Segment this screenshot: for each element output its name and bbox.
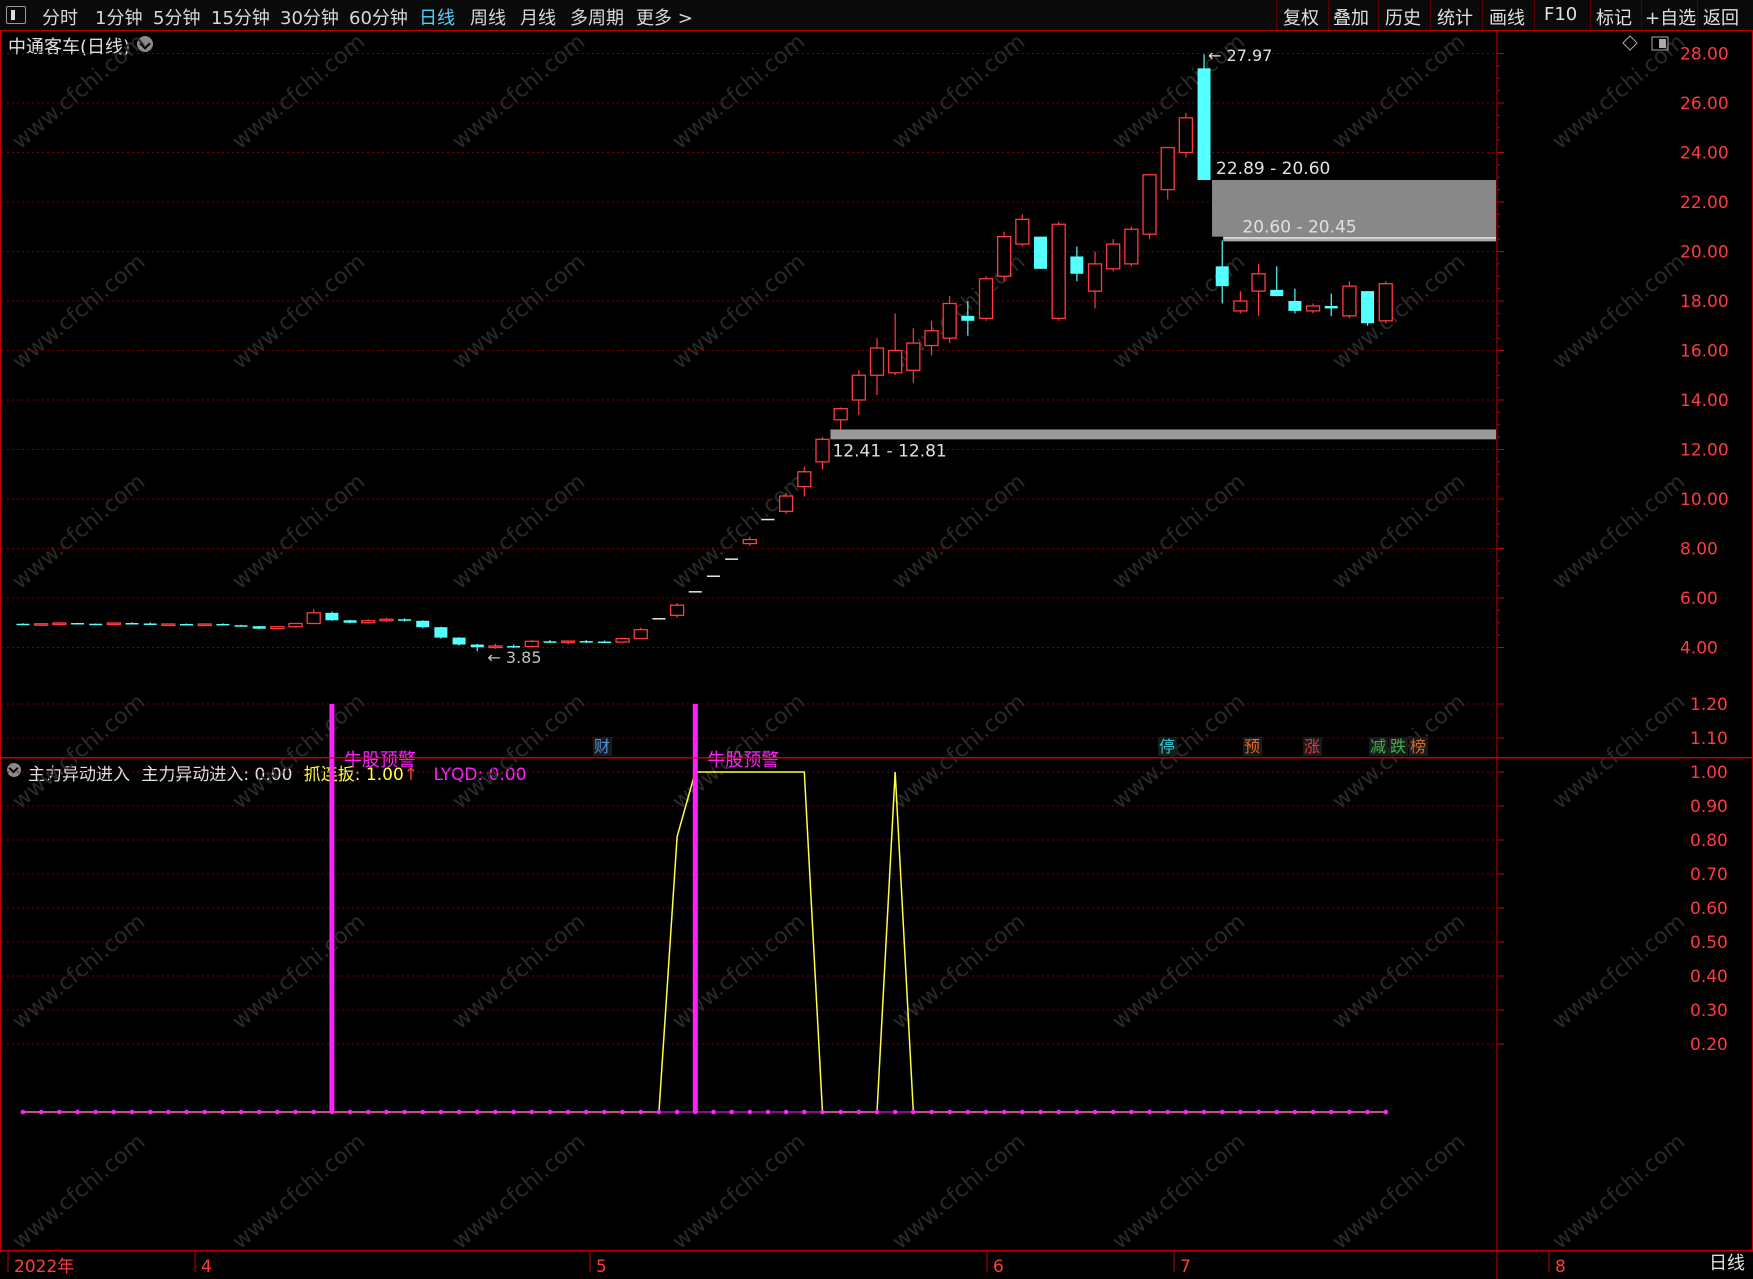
x-axis-label: 7 <box>1180 1257 1191 1277</box>
indicator-title: 主力异动进入 主力异动进入: 0.00 抓连扳: 1.00↑ LYQD: 0.0… <box>28 760 527 785</box>
indicator-value-zhualianban: 抓连扳: 1.00 <box>303 765 404 785</box>
x-axis-label: 8 <box>1555 1257 1566 1277</box>
up-arrow-icon: ↑ <box>403 765 419 785</box>
x-axis-label: 6 <box>993 1257 1004 1277</box>
period-monthly[interactable]: 月线 <box>520 4 556 30</box>
x-axis-label: 4 <box>201 1257 212 1277</box>
f10-button[interactable]: F10 <box>1544 4 1577 25</box>
add-watchlist-button[interactable]: +自选 <box>1645 4 1696 30</box>
indicator-name[interactable]: 主力异动进入 <box>28 765 130 785</box>
chevron-down-icon[interactable] <box>137 36 153 52</box>
x-axis-label: 5 <box>596 1257 607 1277</box>
period-toolbar: 分时 1分钟 5分钟 15分钟 30分钟 60分钟 日线 周线 月线 多周期 更… <box>0 0 1753 31</box>
fuquan-button[interactable]: 复权 <box>1283 4 1319 30</box>
statistics-button[interactable]: 统计 <box>1437 4 1473 30</box>
draw-line-button[interactable]: 画线 <box>1489 4 1525 30</box>
indicator-value-lyqd: LYQD: 0.00 <box>433 765 527 785</box>
period-60min[interactable]: 60分钟 <box>349 4 408 30</box>
period-more[interactable]: 更多 > <box>636 4 693 30</box>
back-button[interactable]: 返回 <box>1703 4 1739 30</box>
period-multi[interactable]: 多周期 <box>570 4 624 30</box>
indicator-chevron-icon[interactable] <box>7 763 21 777</box>
overlay-button[interactable]: 叠加 <box>1333 4 1369 30</box>
period-15min[interactable]: 15分钟 <box>211 4 270 30</box>
period-fenshi[interactable]: 分时 <box>42 4 78 30</box>
mark-button[interactable]: 标记 <box>1596 4 1632 30</box>
period-footer-label: 日线 <box>1709 1253 1745 1274</box>
period-30min[interactable]: 30分钟 <box>280 4 339 30</box>
indicator-frame <box>0 757 1753 1251</box>
period-daily[interactable]: 日线 <box>419 4 455 30</box>
main-chart-frame <box>0 30 1753 758</box>
period-5min[interactable]: 5分钟 <box>153 4 200 30</box>
x-axis-label: 2022年 <box>14 1257 74 1277</box>
panel-toggle-icon[interactable] <box>6 6 26 24</box>
period-weekly[interactable]: 周线 <box>470 4 506 30</box>
indicator-value-main: 主力异动进入: 0.00 <box>141 765 293 785</box>
stock-title: 中通客车(日线) <box>8 37 131 58</box>
period-1min[interactable]: 1分钟 <box>95 4 142 30</box>
history-button[interactable]: 历史 <box>1385 4 1421 30</box>
